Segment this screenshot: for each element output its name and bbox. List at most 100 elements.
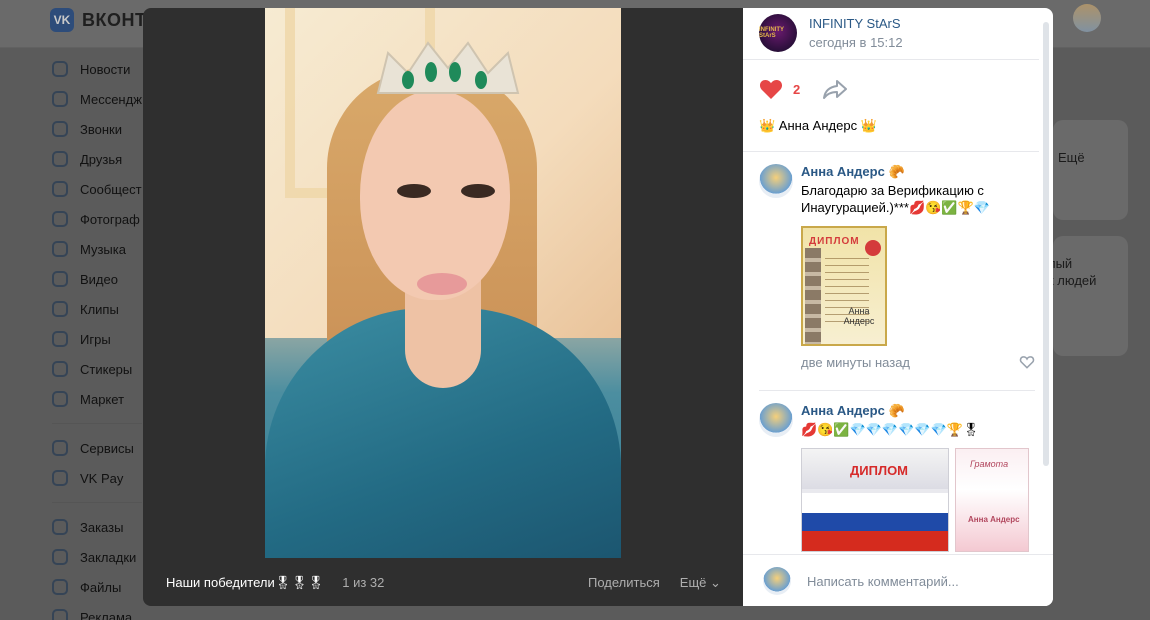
comment-time[interactable]: две минуты назад: [801, 355, 910, 370]
sidebar-item-label: Друзья: [80, 151, 123, 167]
user-avatar[interactable]: [1073, 4, 1101, 32]
right-card: [1053, 120, 1128, 220]
sidebar-item[interactable]: Заказы: [52, 512, 152, 542]
sidebar-item-label: Файлы: [80, 579, 122, 595]
certificate-name: Анна Андерс: [968, 515, 1020, 524]
divider: [743, 59, 1039, 60]
sidebar-item-label: Новости: [80, 61, 131, 77]
rosette-icon: [865, 240, 881, 256]
sidebar-item[interactable]: Видео: [52, 264, 152, 294]
heart-filled-icon: [759, 80, 783, 99]
sidebar-item[interactable]: Сервисы: [52, 433, 152, 463]
sidebar-item[interactable]: VK Pay: [52, 463, 152, 493]
sidebar-item[interactable]: Звонки: [52, 114, 152, 144]
news-icon: [52, 61, 68, 77]
left-sidebar: Новости Мессендж Звонки Друзья Сообщест Фотог…: [52, 54, 152, 620]
diploma-name: Анна Андерс: [843, 306, 875, 326]
sidebar-item-label: Мессендж: [80, 91, 142, 107]
communities-icon: [52, 181, 68, 197]
files-icon: [52, 579, 68, 595]
sidebar-item[interactable]: Закладки: [52, 542, 152, 572]
comment-text: 💋😘✅💎💎💎💎💎💎🏆🎖: [801, 422, 980, 437]
sidebar-item[interactable]: Мессендж: [52, 84, 152, 114]
comment-attachment-image[interactable]: ДИПЛОМ Анна Андерс: [801, 226, 887, 346]
share-photo-button[interactable]: Поделиться: [588, 575, 660, 591]
comments-scrollbar[interactable]: [1043, 22, 1049, 466]
post-header: INFINITY StArS INFINITY StArS сегодня в …: [759, 8, 903, 58]
music-icon: [52, 241, 68, 257]
group-avatar[interactable]: INFINITY StArS: [759, 14, 797, 52]
commenter-name[interactable]: Анна Андерс 🥐: [801, 164, 1035, 180]
ads-icon: [52, 609, 68, 620]
likes-count: 2: [793, 81, 801, 97]
sidebar-item-label: Закладки: [80, 549, 137, 565]
games-icon: [52, 331, 68, 347]
bookmarks-icon: [52, 549, 68, 565]
sidebar-divider: [52, 502, 142, 503]
sidebar-item-label: Игры: [80, 331, 111, 347]
photo-caption: Наши победители🎖🎖🎖 1 из 32: [166, 575, 384, 591]
photo-viewer: Наши победители🎖🎖🎖 1 из 32 Поделиться Ещ…: [143, 8, 1053, 606]
photo-counter: 1 из 32: [342, 575, 385, 590]
sidebar-item[interactable]: Сообщест: [52, 174, 152, 204]
share-arrow-icon[interactable]: [822, 79, 848, 99]
sidebar-divider: [52, 423, 142, 424]
friends-icon: [52, 151, 68, 167]
phone-icon: [52, 121, 68, 137]
sidebar-item[interactable]: Игры: [52, 324, 152, 354]
photo-more-button[interactable]: Ещё ⌄: [680, 575, 721, 591]
photo-actions: Поделиться Ещё ⌄: [588, 575, 721, 591]
crown-decoration: [376, 41, 520, 94]
certificate-title: Грамота: [970, 459, 1009, 469]
clips-icon: [52, 301, 68, 317]
comment-composer: [743, 554, 1053, 606]
album-title[interactable]: Наши победители🎖🎖🎖: [166, 575, 324, 591]
comment-input[interactable]: [797, 565, 1037, 597]
sidebar-item-label: Сервисы: [80, 440, 134, 456]
sidebar-item-label: Заказы: [80, 519, 124, 535]
sidebar-item[interactable]: Файлы: [52, 572, 152, 602]
commenter-name[interactable]: Анна Андерс 🥐: [801, 403, 1035, 419]
comment-attachment-image[interactable]: ДИПЛОМ: [801, 448, 949, 552]
commenter-avatar[interactable]: [759, 403, 793, 437]
vkpay-icon: [52, 470, 68, 486]
sidebar-item-label: Музыка: [80, 241, 126, 257]
post-time[interactable]: сегодня в 15:12: [809, 35, 903, 50]
stickers-icon: [52, 361, 68, 377]
messenger-icon: [52, 91, 68, 107]
like-button[interactable]: 2: [759, 78, 800, 100]
right-text-2: к людей: [1048, 273, 1097, 288]
sidebar-item[interactable]: Фотограф: [52, 204, 152, 234]
photo-area: Наши победители🎖🎖🎖 1 из 32 Поделиться Ещ…: [143, 8, 743, 606]
comments-panel: INFINITY StArS INFINITY StArS сегодня в …: [743, 8, 1053, 606]
main-photo[interactable]: [265, 8, 621, 558]
right-more-label[interactable]: Ещё: [1058, 150, 1085, 165]
sidebar-item-label: Фотограф: [80, 211, 140, 227]
divider: [743, 151, 1039, 152]
services-icon: [52, 440, 68, 456]
photos-icon: [52, 211, 68, 227]
heart-outline-icon[interactable]: [1019, 355, 1035, 369]
sidebar-item-label: Маркет: [80, 391, 125, 407]
group-name[interactable]: INFINITY StArS: [809, 16, 903, 31]
comment-attachment-image[interactable]: Грамота Анна Андерс: [955, 448, 1029, 552]
sidebar-item-label: Сообщест: [80, 181, 142, 197]
comment-attachments: ДИПЛОМ Грамота Анна Андерс: [801, 448, 1035, 552]
sidebar-item-label: Видео: [80, 271, 118, 287]
sidebar-item-label: Клипы: [80, 301, 119, 317]
my-avatar: [763, 567, 791, 595]
diploma-title: ДИПЛОМ: [809, 236, 860, 247]
comment-text: Благодарю за Верификацию с Инаугурацией.…: [801, 183, 990, 215]
sidebar-item[interactable]: Клипы: [52, 294, 152, 324]
sidebar-item[interactable]: Друзья: [52, 144, 152, 174]
sidebar-item-label: Звонки: [80, 121, 122, 137]
post-text: 👑 Анна Андерс 👑: [759, 118, 877, 133]
sidebar-item[interactable]: Музыка: [52, 234, 152, 264]
commenter-avatar[interactable]: [759, 164, 793, 198]
sidebar-item[interactable]: Маркет: [52, 384, 152, 414]
diploma-title: ДИПЛОМ: [850, 463, 909, 478]
sidebar-item[interactable]: Стикеры: [52, 354, 152, 384]
sidebar-item[interactable]: Реклама: [52, 602, 152, 620]
sidebar-item[interactable]: Новости: [52, 54, 152, 84]
video-icon: [52, 271, 68, 287]
